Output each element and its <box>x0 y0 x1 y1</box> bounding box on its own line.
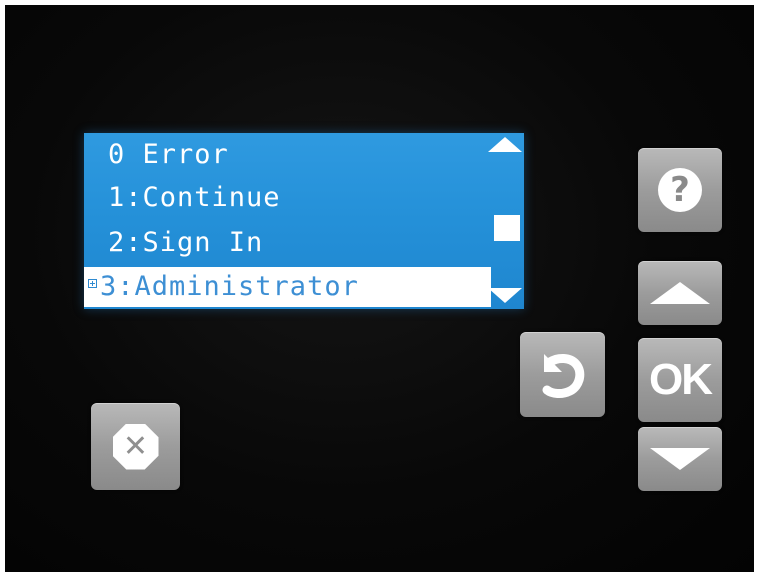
up-arrow-icon <box>650 282 710 304</box>
scroll-up-arrow-icon <box>488 137 522 152</box>
menu-item-administrator[interactable]: 3:Administrator <box>84 267 491 307</box>
menu-item-label: 2:Sign In <box>108 227 264 258</box>
menu-item-label: 1:Continue <box>108 182 281 213</box>
menu-item-error[interactable]: 0 Error <box>84 135 229 175</box>
down-arrow-icon <box>650 448 710 470</box>
cancel-glyph: ✕ <box>122 428 149 464</box>
help-icon: ? <box>658 168 702 212</box>
cancel-button[interactable]: ✕ <box>91 403 180 490</box>
menu-item-sign-in[interactable]: 2:Sign In <box>84 223 263 263</box>
back-button[interactable] <box>520 332 605 417</box>
ok-button[interactable]: OK <box>638 338 722 422</box>
printer-control-panel: 0 Error 1:Continue 2:Sign In 3:Administr… <box>5 5 754 572</box>
scrollbar-thumb <box>494 215 520 241</box>
scroll-down-arrow-icon <box>488 288 522 303</box>
cancel-icon: ✕ <box>112 423 159 470</box>
help-button[interactable]: ? <box>638 148 722 232</box>
ok-label: OK <box>649 355 713 404</box>
down-arrow-button[interactable] <box>638 427 722 491</box>
expand-icon <box>88 279 97 288</box>
menu-item-continue[interactable]: 1:Continue <box>84 178 281 218</box>
lcd-screen: 0 Error 1:Continue 2:Sign In 3:Administr… <box>84 133 524 309</box>
menu-item-label: 0 Error <box>108 139 229 170</box>
up-arrow-button[interactable] <box>638 261 722 325</box>
back-arrow-icon <box>542 353 584 398</box>
menu-item-label: 3:Administrator <box>100 271 359 302</box>
